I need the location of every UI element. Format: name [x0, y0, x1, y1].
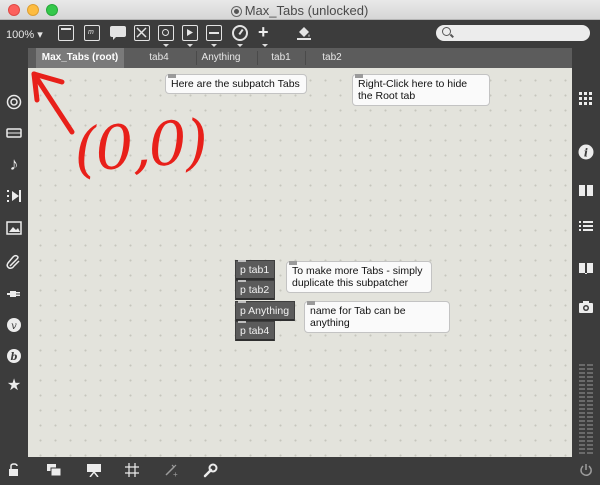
clip-icon[interactable]: [0, 254, 28, 274]
tab-tab1[interactable]: tab1: [260, 48, 302, 68]
tab-anything[interactable]: Anything: [190, 48, 252, 68]
bottom-bar: +: [0, 457, 600, 485]
tab-max-tabs-root[interactable]: Max_Tabs (root): [36, 48, 124, 68]
origin-annotation: (0,0): [71, 107, 209, 187]
dial-icon[interactable]: [232, 25, 248, 41]
toggle-icon[interactable]: [134, 25, 150, 41]
left-sidebar: ♪ v b ★: [0, 48, 28, 457]
search-icon: [442, 27, 451, 36]
add-icon[interactable]: +: [258, 23, 269, 41]
object-icon[interactable]: [182, 25, 198, 41]
paint-bucket-icon[interactable]: [296, 26, 312, 45]
svg-text:+: +: [173, 470, 178, 479]
media-play-icon[interactable]: [0, 189, 28, 207]
object-label: p tab2: [240, 284, 270, 296]
comment-subpatch-tabs[interactable]: Here are the subpatch Tabs: [165, 74, 307, 94]
grid-icon[interactable]: [572, 92, 600, 112]
comment-hide-root-tab[interactable]: Right-Click here to hide the Root tab: [352, 74, 490, 106]
title-bar: Max_Tabs (unlocked): [0, 0, 600, 20]
star-icon[interactable]: ★: [0, 378, 28, 394]
tab-tab2[interactable]: tab2: [310, 48, 354, 68]
search-input[interactable]: [436, 25, 590, 41]
object-label: p Anything: [240, 305, 290, 317]
object-label: p tab1: [240, 264, 270, 276]
button-icon[interactable]: [158, 25, 174, 41]
reference-book-icon[interactable]: [572, 261, 600, 279]
svg-text:b: b: [11, 352, 18, 363]
comment-tab-name[interactable]: name for Tab can be anything: [304, 301, 450, 333]
chevron-down-icon[interactable]: [237, 44, 243, 47]
snap-icon[interactable]: +: [160, 463, 180, 483]
chevron-down-icon[interactable]: [163, 44, 169, 47]
window-stack-icon[interactable]: [44, 463, 64, 481]
object-p-tab1[interactable]: p tab1: [235, 260, 275, 280]
grid-toggle-icon[interactable]: [122, 463, 142, 481]
beap-icon[interactable]: b: [0, 348, 28, 368]
slider-icon[interactable]: [206, 25, 222, 41]
book-icon[interactable]: [572, 183, 600, 201]
window-title-text: Max_Tabs (unlocked): [244, 3, 369, 18]
list-icon[interactable]: [572, 220, 600, 238]
message-icon[interactable]: m: [84, 25, 100, 41]
tab-tab4[interactable]: tab4: [134, 48, 184, 68]
power-icon[interactable]: [576, 463, 596, 481]
object-p-tab4[interactable]: p tab4: [235, 321, 275, 341]
svg-text:v: v: [11, 321, 17, 332]
svg-text:i: i: [584, 147, 588, 160]
camera-icon[interactable]: [572, 300, 600, 318]
object-p-tab2[interactable]: p tab2: [235, 280, 275, 300]
object-label: p tab4: [240, 325, 270, 337]
music-note-icon[interactable]: ♪: [0, 155, 28, 173]
comment-icon[interactable]: [110, 25, 126, 41]
zoom-menu[interactable]: 100% ▾: [6, 28, 43, 41]
image-icon[interactable]: [0, 221, 28, 239]
vst-icon[interactable]: v: [0, 317, 28, 337]
tab-divider: [257, 51, 258, 65]
chevron-down-icon[interactable]: [187, 44, 193, 47]
chevron-down-icon[interactable]: [211, 44, 217, 47]
info-icon[interactable]: i: [572, 144, 600, 164]
presentation-mode-icon[interactable]: [84, 463, 104, 481]
zoom-value: 100%: [6, 29, 35, 41]
lock-icon[interactable]: [4, 463, 24, 481]
wrench-icon[interactable]: [200, 463, 220, 483]
window-title: Max_Tabs (unlocked): [0, 3, 600, 18]
transport-icon[interactable]: [0, 127, 28, 143]
target-icon[interactable]: [0, 94, 28, 114]
object-p-anything[interactable]: p Anything: [235, 301, 295, 321]
comment-duplicate-subpatcher[interactable]: To make more Tabs - simply duplicate thi…: [286, 261, 432, 293]
plug-icon[interactable]: [0, 286, 28, 306]
level-meter-icon: [578, 364, 594, 454]
presentation-icon[interactable]: [58, 25, 74, 41]
tab-bar: Max_Tabs (root) tab4 Anything tab1 tab2: [28, 48, 572, 68]
chevron-down-icon[interactable]: [262, 44, 268, 47]
toolbar: 100% ▾ m +: [0, 20, 600, 48]
document-icon: [231, 7, 241, 16]
tab-divider: [305, 51, 306, 65]
